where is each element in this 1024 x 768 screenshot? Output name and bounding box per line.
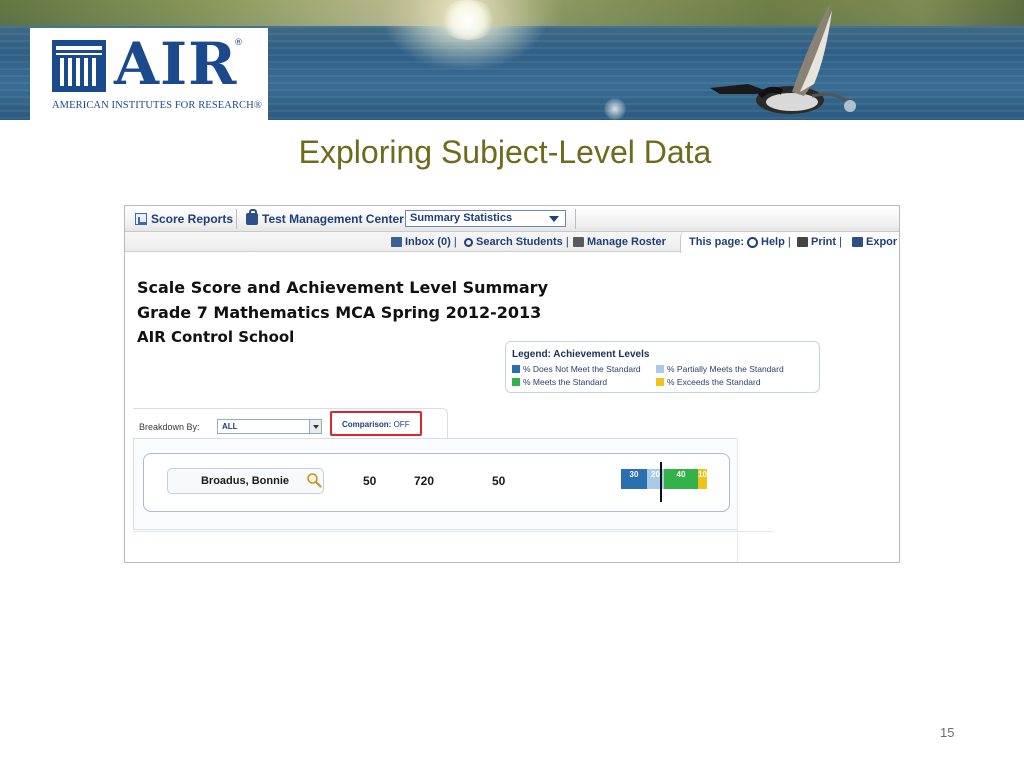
comparison-toggle[interactable]: Comparison: OFF — [342, 420, 410, 429]
legend-item-label: % Partially Meets the Standard — [667, 364, 784, 374]
row-value-1: 50 — [363, 474, 377, 488]
secondary-nav: Inbox (0) | Search Students | Manage Ros… — [125, 232, 899, 253]
manage-roster-link[interactable]: Manage Roster — [573, 232, 666, 252]
this-page-label: This page: — [689, 232, 744, 252]
search-students-link[interactable]: Search Students | — [464, 232, 572, 252]
legend-swatch — [656, 365, 664, 373]
row-scale-score: 720 — [414, 474, 435, 488]
loon-bird-icon — [710, 4, 856, 114]
row-value-3: 50 — [492, 474, 506, 488]
distribution-segment-does-not-meet: 30 — [621, 469, 647, 489]
legend-item-label: % Exceeds the Standard — [667, 377, 761, 387]
columns-logo-icon — [52, 40, 106, 92]
chevron-down-icon — [309, 420, 321, 433]
help-label: Help — [761, 236, 785, 248]
printer-icon — [797, 237, 808, 247]
nav-test-management-center[interactable]: Test Management Center — [246, 206, 404, 232]
search-icon — [464, 237, 473, 247]
comparison-value: OFF — [393, 420, 410, 429]
app-screenshot: Score Reports Test Management Center Sum… — [124, 205, 900, 563]
export-link[interactable]: Expor — [852, 232, 897, 252]
comparison-label: Comparison: — [342, 420, 392, 429]
search-students-label: Search Students — [476, 236, 563, 248]
achievement-legend: Legend: Achievement Levels % Does Not Me… — [505, 341, 820, 393]
print-link[interactable]: Print | — [797, 232, 845, 252]
help-icon — [747, 236, 758, 248]
primary-nav: Score Reports Test Management Center Sum… — [125, 206, 899, 232]
distribution-segment-meets: 40 — [664, 469, 698, 489]
divider — [737, 438, 738, 562]
legend-item-label: % Does Not Meet the Standard — [523, 364, 641, 374]
logo-registered-mark: ® — [234, 38, 243, 48]
distribution-segment-exceeds: 10 — [698, 469, 707, 489]
legend-item: % Exceeds the Standard — [656, 377, 761, 387]
sun-glow — [438, 0, 498, 40]
nav-divider — [575, 209, 576, 229]
breakdown-select[interactable]: ALL — [217, 419, 322, 434]
breakdown-select-value: ALL — [222, 422, 238, 431]
divider — [133, 531, 773, 532]
this-page-text: This page: — [689, 236, 745, 248]
legend-swatch — [512, 378, 520, 386]
print-label: Print — [811, 236, 837, 248]
lock-icon — [246, 209, 258, 225]
legend-item: % Does Not Meet the Standard — [512, 364, 641, 374]
legend-item: % Partially Meets the Standard — [656, 364, 784, 374]
student-name: Broadus, Bonnie — [200, 475, 289, 487]
report-icon — [135, 213, 147, 225]
lens-flare — [604, 98, 626, 120]
breakdown-label: Breakdown By: — [139, 422, 200, 432]
report-test-name: Grade 7 Mathematics MCA Spring 2012-2013 — [137, 303, 542, 322]
legend-swatch — [656, 378, 664, 386]
nav-test-management-label: Test Management Center — [262, 212, 404, 226]
export-label: Expor — [866, 236, 898, 248]
manage-roster-label: Manage Roster — [587, 236, 666, 248]
legend-title: Legend: Achievement Levels — [512, 349, 650, 360]
air-logo: AIR ® AMERICAN INSTITUTES FOR RESEARCH® — [30, 28, 268, 120]
magnifier-icon[interactable] — [306, 472, 322, 488]
logo-tagline: AMERICAN INSTITUTES FOR RESEARCH® — [52, 100, 262, 111]
chevron-down-icon — [549, 216, 559, 222]
inbox-icon — [391, 237, 402, 247]
nav-score-reports[interactable]: Score Reports — [135, 206, 233, 232]
report-heading: Scale Score and Achievement Level Summar… — [137, 278, 548, 297]
report-school-name: AIR Control School — [137, 328, 295, 346]
legend-swatch — [512, 365, 520, 373]
summary-select-value: Summary Statistics — [410, 212, 513, 224]
student-name-button[interactable]: Broadus, Bonnie — [167, 468, 324, 494]
inbox-link[interactable]: Inbox (0) | — [391, 232, 460, 252]
nav-divider — [236, 209, 237, 229]
distribution-marker — [660, 462, 662, 502]
legend-item: % Meets the Standard — [512, 377, 607, 387]
slide-title: Exploring Subject-Level Data — [298, 134, 712, 170]
help-link[interactable]: Help | — [747, 232, 794, 252]
legend-item-label: % Meets the Standard — [523, 377, 608, 387]
inbox-label: Inbox (0) — [405, 236, 451, 248]
summary-statistics-select[interactable]: Summary Statistics — [405, 210, 566, 227]
export-icon — [852, 237, 863, 247]
wrench-icon — [573, 237, 584, 247]
logo-wordmark: AIR — [114, 30, 238, 98]
page-number: 15 — [940, 725, 955, 740]
nav-score-reports-label: Score Reports — [151, 212, 234, 226]
